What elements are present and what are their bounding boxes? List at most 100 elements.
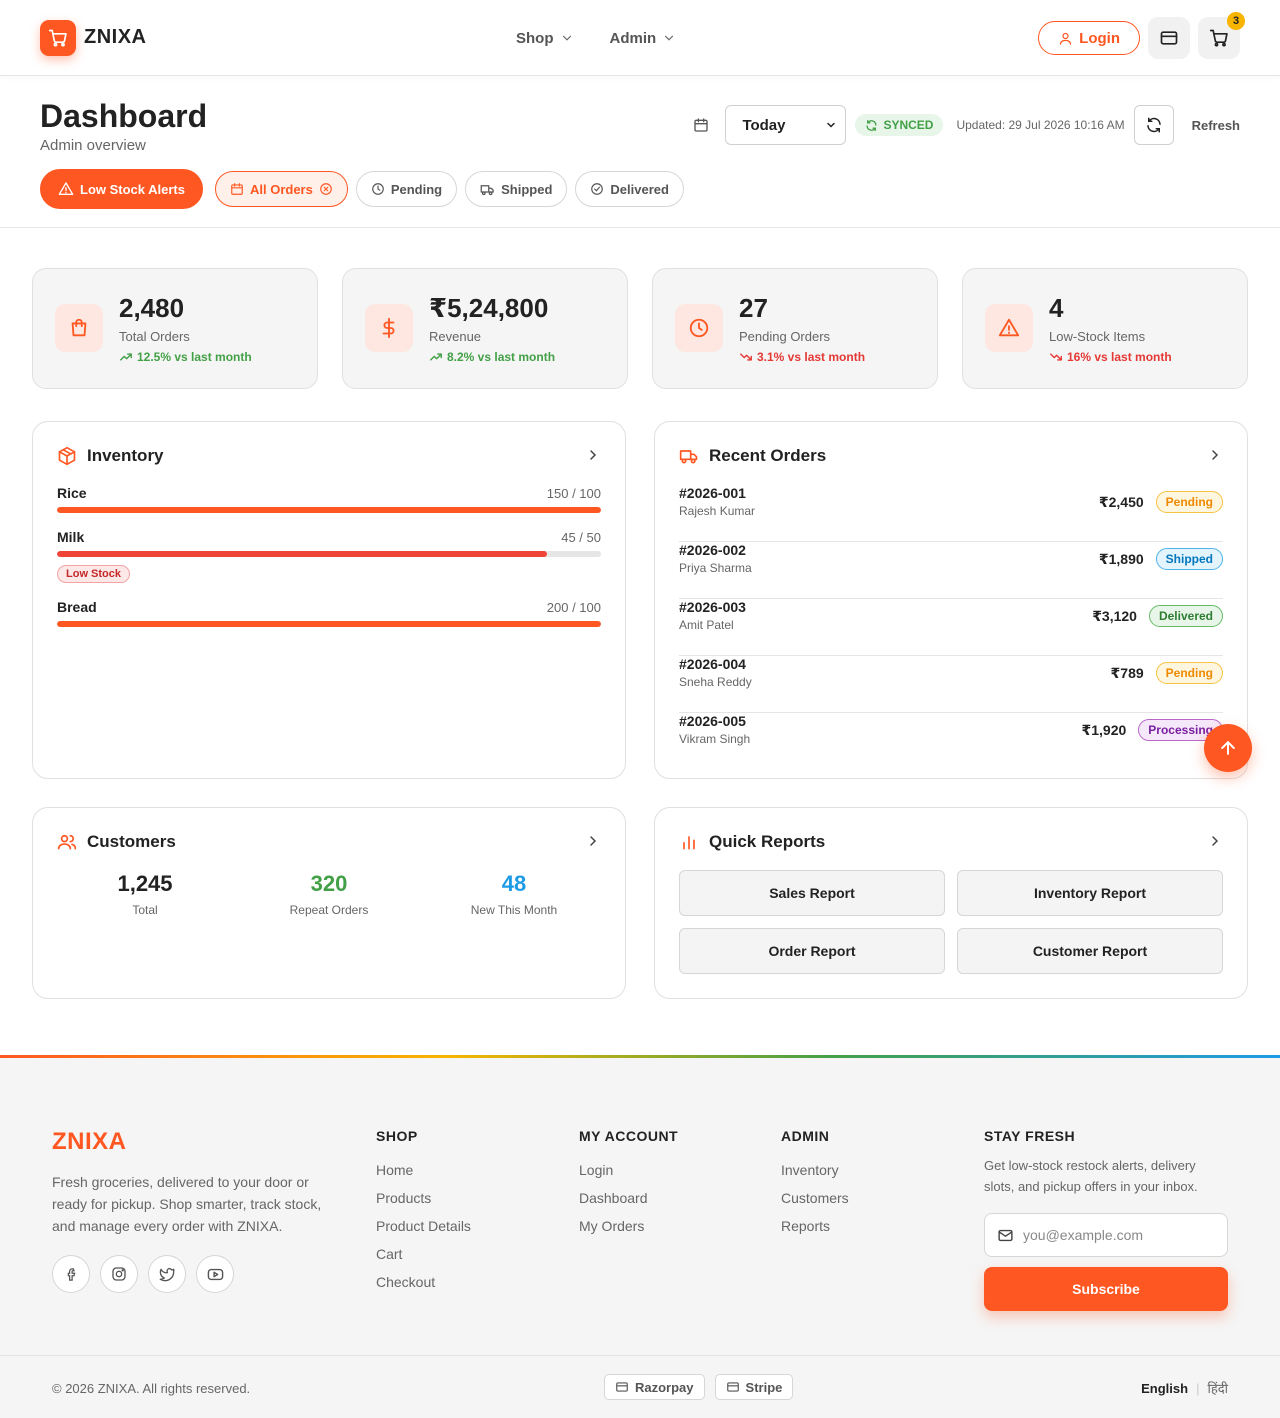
youtube-link[interactable] xyxy=(196,1255,234,1293)
chevron-right-icon[interactable] xyxy=(1207,447,1223,463)
order-amount: ₹1,920 xyxy=(1081,721,1127,738)
language-english[interactable]: English xyxy=(1141,1381,1188,1396)
footer-link-products[interactable]: Products xyxy=(376,1190,471,1206)
status-badge: Shipped xyxy=(1155,548,1223,570)
twitter-link[interactable] xyxy=(148,1255,186,1293)
stat-card-low-stock[interactable]: 4 Low-Stock Items 16% vs last month xyxy=(962,268,1248,389)
footer-newsletter-column: STAY FRESH xyxy=(984,1128,1075,1144)
payment-badge-stripe: Stripe xyxy=(714,1374,794,1400)
low-stock-badge: Low Stock xyxy=(57,565,131,583)
card-title: Recent Orders xyxy=(709,446,827,465)
brand[interactable]: ZNIXA xyxy=(40,19,147,56)
nav-admin[interactable]: Admin xyxy=(610,30,677,47)
customer-report-button[interactable]: Customer Report xyxy=(957,928,1223,974)
order-amount: ₹3,120 xyxy=(1092,607,1137,624)
header-actions: Login 3 xyxy=(1038,12,1245,59)
footer-link-inventory[interactable]: Inventory xyxy=(781,1162,849,1178)
order-customer: Vikram Singh xyxy=(679,732,751,746)
trend-down-icon xyxy=(739,350,753,364)
refresh-button[interactable] xyxy=(1133,105,1174,145)
low-stock-alerts-button[interactable]: Low Stock Alerts xyxy=(40,169,203,209)
chevron-down-icon xyxy=(825,119,837,131)
order-report-button[interactable]: Order Report xyxy=(679,928,945,974)
warning-icon xyxy=(985,304,1033,352)
nav-admin-label: Admin xyxy=(609,29,657,47)
order-row[interactable]: #2026-001 Rajesh Kumar ₹2,450 Pending xyxy=(679,485,1223,542)
chevron-right-icon[interactable] xyxy=(1207,833,1223,849)
quick-reports-card: Quick Reports Sales Report Inventory Rep… xyxy=(654,807,1248,999)
filter-delivered[interactable]: Delivered xyxy=(575,171,684,207)
newsletter-email-input[interactable]: you@example.com xyxy=(984,1213,1228,1257)
filter-delivered-label: Delivered xyxy=(610,181,669,197)
copyright: © 2026 ZNIXA. All rights reserved. xyxy=(52,1381,251,1396)
inventory-report-button[interactable]: Inventory Report xyxy=(957,870,1223,916)
stat-label: Pending Orders xyxy=(739,329,831,344)
language-hindi[interactable]: हिंदी xyxy=(1207,1379,1228,1397)
trend-up-icon xyxy=(119,350,133,364)
footer-link-login[interactable]: Login xyxy=(579,1162,678,1178)
order-customer: Sneha Reddy xyxy=(679,675,752,689)
sales-report-button[interactable]: Sales Report xyxy=(679,870,945,916)
footer-link-my-orders[interactable]: My Orders xyxy=(579,1218,678,1234)
recent-orders-card: Recent Orders #2026-001 Rajesh Kumar ₹2,… xyxy=(654,421,1248,779)
customer-stat: 48 New This Month xyxy=(422,871,606,917)
chevron-down-icon xyxy=(662,31,676,45)
last-updated: Updated: 29 Jul 2026 10:16 AM xyxy=(956,118,1125,132)
status-badge: Delivered xyxy=(1148,605,1223,627)
page-title: Dashboard xyxy=(40,98,208,134)
stat-card-pending-orders[interactable]: 27 Pending Orders 3.1% vs last month xyxy=(652,268,938,389)
stat-card-total-orders[interactable]: 2,480 Total Orders 12.5% vs last month xyxy=(32,268,318,389)
footer-link-checkout[interactable]: Checkout xyxy=(376,1274,471,1290)
nav-shop[interactable]: Shop xyxy=(516,30,574,47)
warning-icon xyxy=(58,181,74,197)
top-navbar: ZNIXA Shop Admin Login 3 xyxy=(0,0,1280,76)
stock-bar xyxy=(57,507,601,513)
facebook-link[interactable] xyxy=(52,1255,90,1293)
calendar-icon xyxy=(230,182,244,196)
inventory-item-qty: 150 / 100 xyxy=(546,485,601,501)
cart-button[interactable]: 3 xyxy=(1198,12,1245,59)
footer-bottom-bar: © 2026 ZNIXA. All rights reserved. Razor… xyxy=(0,1355,1280,1418)
social-links xyxy=(52,1255,234,1293)
inventory-item: Rice 150 / 100 xyxy=(57,485,601,513)
card-title: Inventory xyxy=(87,446,164,465)
newsletter-text: Get low-stock restock alerts, delivery s… xyxy=(984,1158,1198,1194)
footer-link-cart[interactable]: Cart xyxy=(376,1246,471,1262)
instagram-icon xyxy=(111,1266,127,1282)
footer-accent-line xyxy=(0,1055,1280,1058)
footer-column-title: SHOP xyxy=(376,1128,418,1144)
order-row[interactable]: #2026-005 Vikram Singh ₹1,920 Processing xyxy=(679,713,1223,770)
subscribe-button[interactable]: Subscribe xyxy=(984,1267,1228,1311)
date-range-select[interactable]: Today xyxy=(725,105,847,145)
stat-trend-text: 16% vs last month xyxy=(1067,350,1172,364)
chevron-right-icon[interactable] xyxy=(585,833,601,849)
order-row[interactable]: #2026-002 Priya Sharma ₹1,890 Shipped xyxy=(679,542,1223,599)
scroll-to-top-button[interactable] xyxy=(1204,724,1252,772)
order-amount: ₹789 xyxy=(1110,664,1144,681)
shopping-bag-icon xyxy=(55,304,103,352)
stat-card-revenue[interactable]: ₹5,24,800 Revenue 8.2% vs last month xyxy=(342,268,628,389)
stock-bar xyxy=(57,621,601,627)
order-row[interactable]: #2026-003 Amit Patel ₹3,120 Delivered xyxy=(679,599,1223,656)
footer-link-customers[interactable]: Customers xyxy=(781,1190,849,1206)
clock-icon xyxy=(675,304,723,352)
footer-link-home[interactable]: Home xyxy=(376,1162,471,1178)
inventory-item-name: Milk xyxy=(57,529,85,545)
order-row[interactable]: #2026-004 Sneha Reddy ₹789 Pending xyxy=(679,656,1223,713)
instagram-link[interactable] xyxy=(100,1255,138,1293)
filter-shipped[interactable]: Shipped xyxy=(465,171,568,207)
clear-filter-icon[interactable] xyxy=(319,182,333,196)
login-button[interactable]: Login xyxy=(1038,21,1140,55)
customer-stat-value: 1,245 xyxy=(117,871,173,896)
refresh-label[interactable]: Refresh xyxy=(1192,118,1240,133)
customer-stat: 1,245 Total xyxy=(53,871,237,917)
payment-card-button[interactable] xyxy=(1148,17,1190,59)
filter-pending[interactable]: Pending xyxy=(355,171,458,207)
footer-link-product-details[interactable]: Product Details xyxy=(376,1218,471,1234)
footer-link-reports[interactable]: Reports xyxy=(781,1218,849,1234)
footer-brand[interactable]: ZNIXA xyxy=(52,1128,127,1156)
footer-link-dashboard[interactable]: Dashboard xyxy=(579,1190,678,1206)
chevron-right-icon[interactable] xyxy=(585,447,601,463)
filter-all-orders[interactable]: All Orders xyxy=(214,171,348,207)
mail-icon xyxy=(997,1227,1014,1244)
